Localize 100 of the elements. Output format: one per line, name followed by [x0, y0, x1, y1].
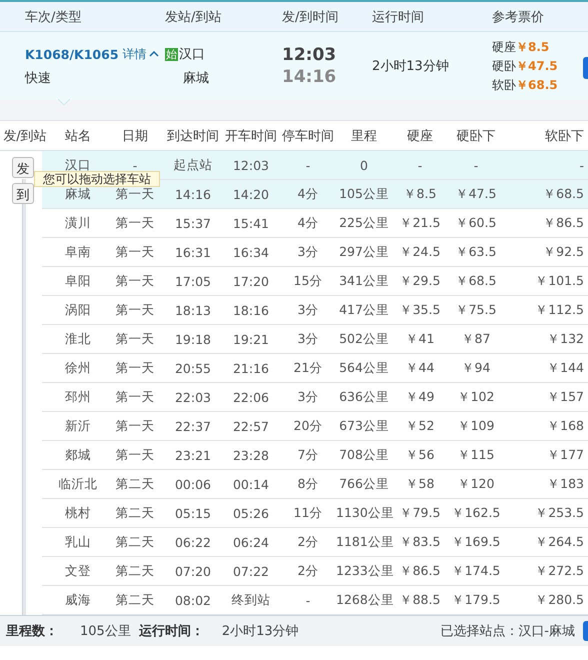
table-cell: ￥101.5: [535, 272, 584, 288]
table-cell: 22:06: [232, 390, 270, 404]
departure-time: 12:03: [282, 45, 338, 65]
table-cell: 桃村: [65, 504, 91, 520]
table-cell: 417公里: [339, 302, 389, 316]
table-cell: -: [474, 158, 478, 172]
travel-duration: 2小时13分钟: [372, 58, 450, 75]
column-header: 里程: [351, 128, 377, 144]
table-cell: ￥132: [547, 330, 584, 346]
column-header: 日期: [122, 128, 148, 144]
table-cell: 23:21: [174, 448, 212, 462]
stop-row[interactable]: 桃村 第二天 05:15 05:26 11分 1130公里 ￥79.5 ￥162.5 ￥253.5: [42, 499, 588, 528]
table-cell: 11分: [294, 504, 322, 520]
column-header: 运行时间: [372, 10, 424, 24]
table-cell: 乳山: [65, 534, 91, 548]
time-label: 运行时间：: [138, 623, 204, 640]
table-cell: ￥52: [406, 418, 434, 432]
column-header: 停车时间: [282, 128, 334, 144]
table-cell: 297公里: [339, 244, 389, 258]
stop-row[interactable]: 涡阳 第一天 18:13 18:16 3分 417公里 ￥35.5 ￥75.5 ￥112.5: [42, 296, 588, 325]
table-cell: 第一天: [116, 446, 154, 462]
table-cell: ￥41: [406, 330, 434, 346]
table-cell: ￥44: [406, 360, 434, 374]
stop-row[interactable]: 临沂北 第二天 00:06 00:14 8分 766公里 ￥58 ￥120 ￥183: [42, 470, 588, 499]
table-cell: 00:14: [232, 476, 270, 492]
table-cell: 3分: [298, 388, 318, 404]
start-handle[interactable]: 发: [12, 157, 34, 178]
table-cell: 第二天: [116, 476, 154, 490]
column-header: 到达时间: [167, 128, 219, 144]
table-cell: 威海: [65, 592, 91, 606]
column-header: 硬卧下: [456, 128, 496, 144]
table-cell: 0: [360, 158, 368, 172]
table-cell: ￥49: [406, 388, 434, 404]
table-cell: 4分: [298, 214, 318, 230]
stop-row[interactable]: 新沂 第一天 22:37 22:57 20分 673公里 ￥52 ￥109 ￥168: [42, 412, 588, 441]
table-cell: 潢川: [65, 214, 91, 230]
table-cell: 第二天: [116, 504, 154, 520]
table-cell: 18:16: [232, 302, 270, 318]
table-cell: ￥102: [458, 388, 494, 404]
table-cell: 564公里: [339, 360, 389, 374]
table-cell: ￥79.5: [400, 504, 440, 520]
stop-row[interactable]: 淮北 第一天 19:18 19:21 3分 502公里 ￥41 ￥87 ￥132: [42, 325, 588, 354]
table-cell: 08:02: [174, 592, 212, 608]
train-number: K1068/K1065: [25, 46, 119, 62]
table-cell: ￥87: [462, 330, 490, 346]
time-value: 2小时13分钟: [222, 623, 299, 640]
table-cell: 15:37: [174, 216, 212, 230]
table-cell: 20:55: [174, 360, 212, 376]
table-cell: ￥174.5: [452, 562, 500, 578]
table-cell: -: [579, 158, 584, 172]
fare-price: 硬卧￥47.5: [492, 58, 558, 74]
stop-row[interactable]: 郯城 第一天 23:21 23:28 7分 708公里 ￥56 ￥115 ￥177: [42, 441, 588, 470]
table-cell: 06:24: [232, 534, 270, 550]
table-cell: 15:41: [232, 216, 270, 230]
table-cell: 1130公里: [336, 504, 394, 520]
table-cell: ￥280.5: [535, 592, 584, 606]
table-cell: 临沂北: [58, 476, 98, 490]
table-cell: 第一天: [116, 388, 154, 404]
table-cell: 20分: [294, 418, 322, 432]
stop-row[interactable]: 阜南 第一天 16:31 16:34 3分 297公里 ￥24.5 ￥63.5 ￥92.5: [42, 238, 588, 267]
table-cell: ￥35.5: [400, 302, 440, 316]
table-cell: ￥68.5: [543, 186, 584, 200]
table-cell: 16:34: [232, 244, 270, 260]
column-header: 发/到站: [3, 128, 47, 144]
stop-row[interactable]: 徐州 第一天 20:55 21:16 21分 564公里 ￥44 ￥94 ￥144: [42, 354, 588, 383]
stop-row[interactable]: 乳山 第二天 06:22 06:24 2分 1181公里 ￥83.5 ￥169.5 ￥264.5: [42, 528, 588, 557]
table-cell: -: [306, 592, 310, 608]
caret-icon: [148, 51, 159, 57]
table-cell: 766公里: [339, 476, 389, 490]
distance-value: 105公里: [80, 623, 131, 640]
table-cell: 终到站: [232, 592, 270, 606]
details-link[interactable]: 详情: [122, 46, 159, 62]
distance-label: 里程数：: [6, 623, 58, 640]
end-handle[interactable]: 到: [12, 183, 34, 204]
table-cell: 3分: [298, 330, 318, 346]
table-cell: ￥75.5: [456, 302, 496, 316]
column-header: 发站/到站: [165, 10, 222, 24]
table-cell: 21:16: [232, 360, 270, 376]
stop-row[interactable]: 潢川 第一天 15:37 15:41 4分 225公里 ￥21.5 ￥60.5 ￥86.5: [42, 209, 588, 238]
table-cell: 1233公里: [336, 562, 394, 578]
table-cell: ￥68.5: [456, 272, 496, 288]
column-header: 车次/类型: [25, 10, 82, 24]
table-cell: 341公里: [339, 272, 389, 288]
table-cell: 第一天: [116, 360, 154, 374]
book-button[interactable]: [583, 57, 588, 79]
table-cell: 23:28: [232, 448, 270, 462]
column-header: 软卧下: [545, 128, 584, 144]
stop-row[interactable]: 阜阳 第一天 17:05 17:20 15分 341公里 ￥29.5 ￥68.5 ￥101.5: [42, 267, 588, 296]
stop-row[interactable]: 文登 第二天 07:20 07:22 2分 1233公里 ￥86.5 ￥174.5 ￥272.5: [42, 557, 588, 586]
station-name: 汉口: [179, 47, 205, 62]
table-cell: 22:57: [232, 418, 270, 434]
table-cell: 2分: [298, 534, 318, 548]
confirm-button[interactable]: [583, 621, 588, 641]
column-header: 开车时间: [225, 128, 277, 144]
tooltip: 您可以拖动选择车站: [34, 171, 160, 187]
table-cell: 1268公里: [336, 592, 394, 606]
table-cell: 阜阳: [65, 272, 91, 288]
stop-row[interactable]: 邳州 第一天 22:03 22:06 3分 636公里 ￥49 ￥102 ￥157: [42, 383, 588, 412]
table-cell: ￥179.5: [452, 592, 500, 606]
table-cell: ￥272.5: [535, 562, 584, 578]
